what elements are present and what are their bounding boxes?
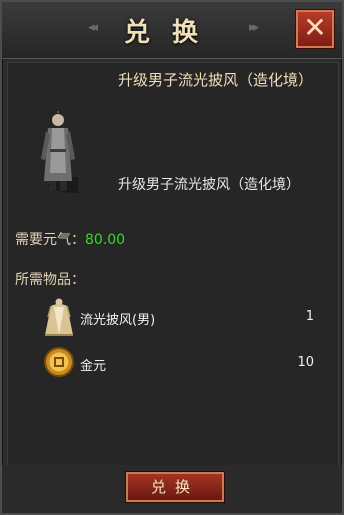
exchange-content: 升级男子流光披风（造化境） 升级男子流光披风（造化境） 需要元气：80.00 所… xyxy=(7,62,339,469)
required-items-label: 所需物品： xyxy=(15,272,85,288)
required-item-name: 金元 xyxy=(80,359,107,374)
close-button[interactable]: ✕ xyxy=(296,10,334,48)
title-bar: ◂◂ 兑换 ▸▸ ✕ xyxy=(2,2,342,59)
required-item-quantity: 1 xyxy=(305,309,314,324)
title-ornament-right: ▸▸ xyxy=(248,20,259,35)
cloak-icon xyxy=(45,298,73,336)
item-title: 升级男子流光披风（造化境） xyxy=(118,71,314,89)
dialog-title: 兑换 xyxy=(123,18,220,48)
exchange-dialog: ◂◂ 兑换 ▸▸ ✕ 升级男子流光披风（造化境） 升级男子流光披风（造化境） 需… xyxy=(0,0,344,515)
required-item-name: 流光披风(男) xyxy=(80,313,156,328)
required-energy: 需要元气：80.00 xyxy=(15,229,125,249)
male-character-figure-icon xyxy=(41,111,78,193)
gold-coin-icon xyxy=(44,347,74,377)
required-item-gold[interactable]: 金元 10 xyxy=(42,343,332,385)
close-icon: ✕ xyxy=(303,11,327,44)
required-energy-label: 需要元气： xyxy=(15,232,85,248)
exchange-button[interactable]: 兑换 xyxy=(126,472,224,502)
required-item-cloak[interactable]: 流光披风(男) 1 xyxy=(42,297,332,339)
required-energy-value: 80.00 xyxy=(85,232,126,248)
required-item-quantity: 10 xyxy=(297,355,314,370)
item-subtitle: 升级男子流光披风（造化境） xyxy=(118,177,300,193)
